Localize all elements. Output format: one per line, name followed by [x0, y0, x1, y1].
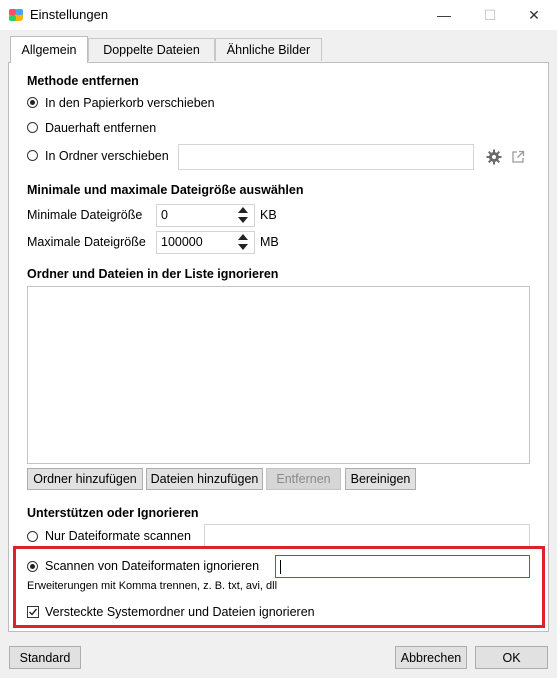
tab-aehnliche-bilder[interactable]: Ähnliche Bilder: [215, 38, 322, 61]
spin-down-icon[interactable]: [238, 217, 248, 223]
formats-title: Unterstützen oder Ignorieren: [27, 506, 199, 520]
open-folder-external-icon[interactable]: [511, 150, 525, 164]
hidden-system-checkbox[interactable]: [27, 606, 39, 618]
hidden-system-label: Versteckte Systemordner und Dateien igno…: [45, 605, 315, 619]
close-button[interactable]: ✕: [524, 6, 544, 24]
tab-label: Doppelte Dateien: [103, 43, 200, 57]
ignore-formats-input[interactable]: [275, 555, 530, 578]
standard-button[interactable]: Standard: [9, 646, 81, 669]
spin-down-icon[interactable]: [238, 244, 248, 250]
radio-permanent-label: Dauerhaft entfernen: [45, 121, 157, 135]
maximize-button[interactable]: ☐: [480, 6, 500, 24]
folder-path-input[interactable]: [178, 144, 474, 170]
tab-doppelte-dateien[interactable]: Doppelte Dateien: [88, 38, 215, 61]
add-folder-button[interactable]: Ordner hinzufügen: [27, 468, 143, 490]
radio-permanent[interactable]: [27, 122, 38, 133]
minimize-button[interactable]: —: [434, 6, 454, 24]
ignore-list-title: Ordner und Dateien in der Liste ignorier…: [27, 267, 279, 281]
size-title: Minimale und maximale Dateigröße auswähl…: [27, 183, 304, 197]
max-size-unit: MB: [260, 235, 279, 249]
tab-label: Ähnliche Bilder: [226, 43, 311, 57]
min-size-label: Minimale Dateigröße: [27, 208, 143, 222]
radio-only-scan[interactable]: [27, 531, 38, 542]
radio-move-to-folder[interactable]: [27, 150, 38, 161]
checkmark-icon: [29, 608, 38, 616]
radio-recycle-bin[interactable]: [27, 97, 38, 108]
tab-allgemein[interactable]: Allgemein: [10, 36, 88, 63]
radio-ignore-scan-label: Scannen von Dateiformaten ignorieren: [45, 559, 260, 573]
tab-label: Allgemein: [21, 43, 77, 57]
only-scan-formats-input[interactable]: [204, 524, 530, 548]
radio-ignore-scan[interactable]: [27, 561, 38, 572]
radio-recycle-bin-label: In den Papierkorb verschieben: [45, 96, 215, 110]
min-size-unit: KB: [260, 208, 277, 222]
cancel-button[interactable]: Abbrechen: [395, 646, 467, 669]
ignore-listbox[interactable]: [27, 286, 530, 464]
radio-only-scan-label: Nur Dateiformate scannen: [45, 529, 191, 543]
gear-icon[interactable]: [486, 149, 502, 165]
max-size-label: Maximale Dateigröße: [27, 235, 146, 249]
app-logo-icon: [9, 9, 23, 21]
text-caret: [280, 560, 281, 574]
radio-move-to-folder-label: In Ordner verschieben: [45, 149, 169, 163]
max-size-spinner[interactable]: [236, 232, 250, 253]
ok-button[interactable]: OK: [475, 646, 548, 669]
spin-up-icon[interactable]: [238, 207, 248, 213]
add-files-button[interactable]: Dateien hinzufügen: [146, 468, 263, 490]
min-size-spinner[interactable]: [236, 205, 250, 226]
formats-hint: Erweiterungen mit Komma trennen, z. B. t…: [27, 580, 278, 592]
window-title: Einstellungen: [30, 7, 109, 22]
remove-button[interactable]: Entfernen: [266, 468, 341, 490]
remove-method-title: Methode entfernen: [27, 74, 139, 88]
spin-up-icon[interactable]: [238, 234, 248, 240]
clear-button[interactable]: Bereinigen: [345, 468, 416, 490]
